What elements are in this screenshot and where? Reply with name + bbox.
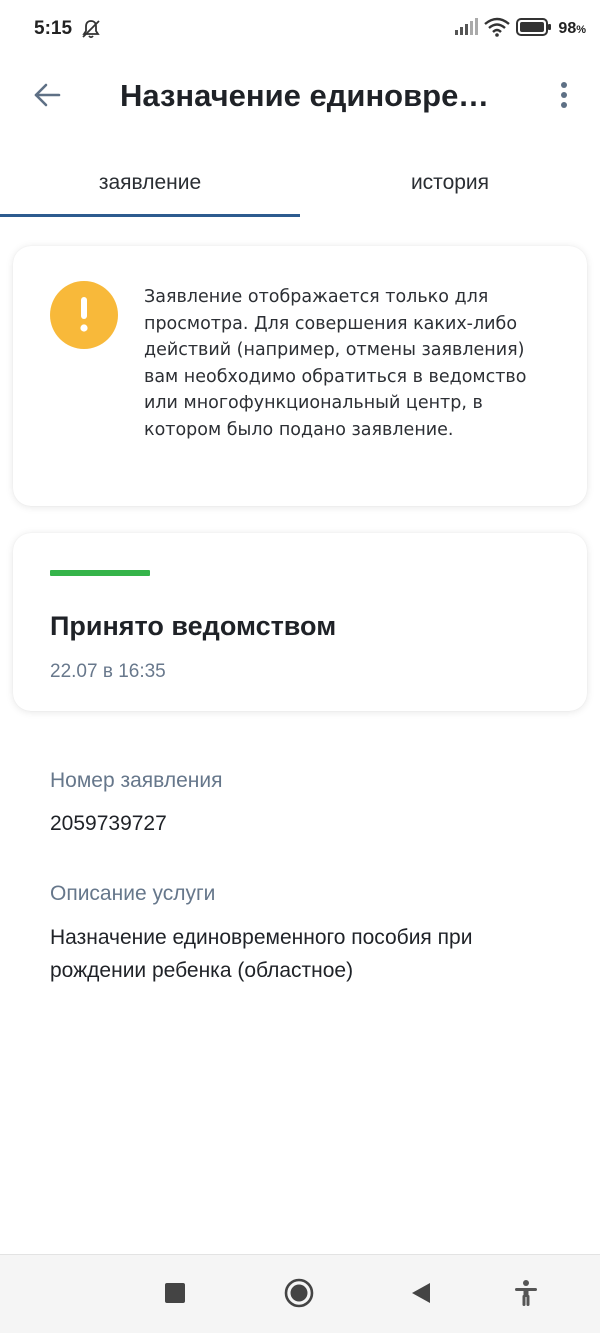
system-nav-bar — [0, 1254, 600, 1333]
accessibility-button[interactable] — [504, 1273, 548, 1317]
application-number-value: 2059739727 — [50, 812, 167, 835]
home-button[interactable] — [277, 1273, 321, 1317]
tab-history[interactable]: история — [300, 150, 600, 216]
back-button[interactable] — [26, 76, 68, 118]
service-description-value: Назначение единовременного пособия при р… — [50, 926, 473, 982]
app-bar: Назначение единовременного пособия при р… — [0, 60, 600, 132]
more-button[interactable] — [544, 76, 584, 118]
status-title: Принято ведомством — [50, 611, 337, 641]
triangle-back-icon — [410, 1281, 432, 1310]
battery-icon — [516, 17, 552, 42]
service-description-label: Описание услуги — [50, 882, 216, 905]
status-bar: 5:15 98% — [0, 0, 600, 60]
status-date: 22.07 в 16:35 — [50, 661, 166, 682]
active-tab-indicator — [0, 214, 300, 217]
battery-level: 98% — [558, 20, 586, 37]
signal-icon — [454, 17, 479, 41]
status-card: Принято ведомством 22.07 в 16:35 — [13, 533, 587, 711]
page-title: Назначение единовременного пособия при р… — [120, 78, 500, 113]
status-icons: 98% — [454, 17, 586, 41]
status-progress-bar — [50, 570, 150, 576]
status-time: 5:15 — [34, 18, 73, 39]
arrow-left-icon — [32, 80, 62, 115]
application-number-label: Номер заявления — [50, 769, 223, 792]
tab-bar: заявление история — [0, 150, 600, 220]
notice-card: Заявление отображается только для просмо… — [13, 246, 587, 506]
back-nav-button[interactable] — [399, 1273, 443, 1317]
tab-application[interactable]: заявление — [0, 150, 300, 216]
accessibility-icon — [513, 1279, 539, 1312]
bell-off-icon — [80, 18, 102, 40]
notice-text: Заявление отображается только для просмо… — [144, 287, 527, 440]
wifi-icon — [484, 17, 511, 42]
exclamation-icon — [50, 281, 118, 349]
circle-icon — [283, 1277, 315, 1314]
square-icon — [164, 1282, 186, 1309]
more-vertical-icon — [559, 80, 569, 115]
recents-button[interactable] — [153, 1273, 197, 1317]
